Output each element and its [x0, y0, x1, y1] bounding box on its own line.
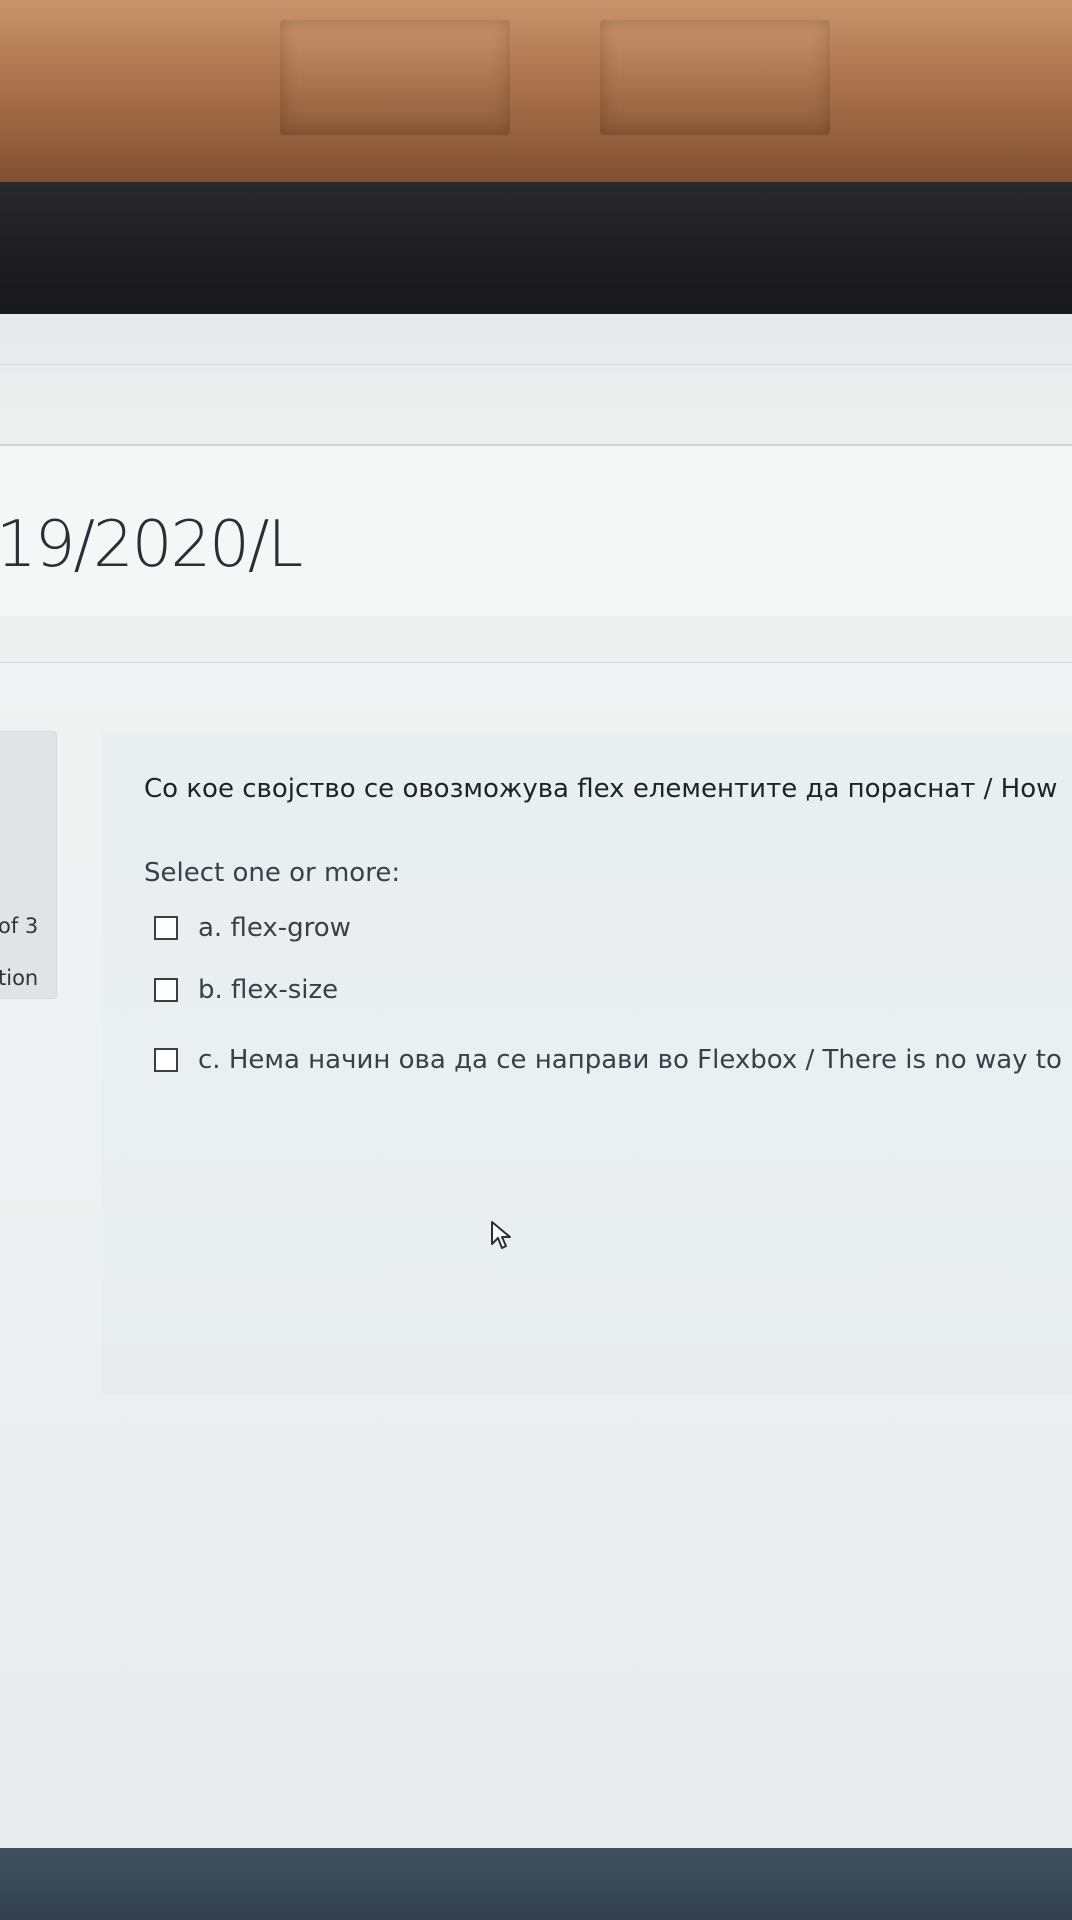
- empty-checkbox-icon[interactable]: [154, 916, 178, 940]
- answer-label: a. flex-grow: [198, 913, 351, 943]
- answer-option-b[interactable]: b. flex-size: [154, 970, 338, 1010]
- answer-option-a[interactable]: a. flex-grow: [154, 908, 351, 948]
- room-wall-background: [0, 0, 1072, 200]
- question-info-panel: of 3 tion: [0, 732, 56, 998]
- course-header: 19/2020/L: [0, 446, 1072, 617]
- answer-label: b. flex-size: [198, 975, 339, 1005]
- mouse-pointer-icon: [491, 1221, 511, 1249]
- empty-checkbox-icon[interactable]: [154, 978, 178, 1002]
- empty-checkbox-icon[interactable]: [154, 1048, 178, 1072]
- question-card: Со кое својство се овозможува flex елеме…: [102, 734, 1072, 1394]
- question-counter: of 3: [0, 914, 39, 938]
- answer-label: c. Нема начин ова да се направи во Flexb…: [198, 1045, 1062, 1075]
- page-title: 19/2020/L: [0, 508, 303, 582]
- breadcrumb: [0, 616, 1072, 663]
- flag-question-link[interactable]: tion: [0, 966, 38, 990]
- wall-panel: [600, 20, 830, 135]
- answer-option-c[interactable]: c. Нема начин ова да се направи во Flexb…: [154, 1040, 1062, 1080]
- wall-panel: [280, 20, 510, 135]
- browser-screen: 19/2020/L of 3 tion Со кое својство се о…: [0, 314, 1072, 1848]
- navbar-divider: [0, 364, 1072, 365]
- question-text: Со кое својство се овозможува flex елеме…: [144, 774, 1058, 804]
- answer-prompt: Select one or more:: [144, 858, 401, 888]
- taskbar: [0, 1848, 1072, 1920]
- top-navbar: [0, 314, 1072, 446]
- monitor-bezel: [0, 182, 1072, 322]
